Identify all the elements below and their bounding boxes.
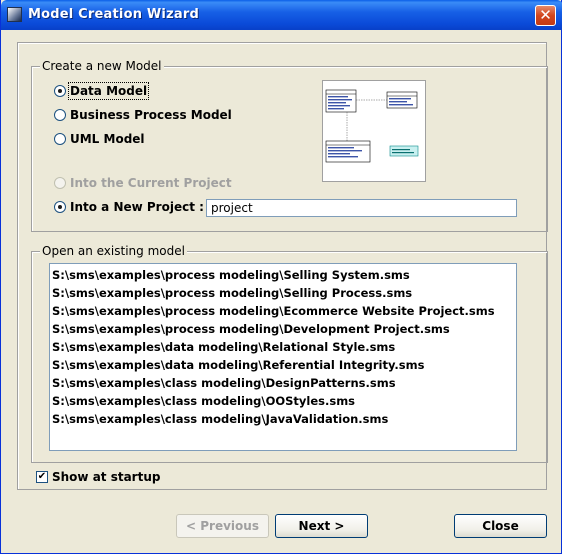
previous-button[interactable]: < Previous	[176, 514, 269, 538]
list-item[interactable]: S:\sms\examples\class modeling\JavaValid…	[52, 410, 388, 428]
open-model-legend: Open an existing model	[40, 244, 187, 258]
list-item[interactable]: S:\sms\examples\process modeling\Selling…	[52, 266, 410, 284]
create-model-legend: Create a new Model	[40, 59, 164, 73]
list-item[interactable]: S:\sms\examples\process modeling\Ecommer…	[52, 302, 495, 320]
radio-indicator[interactable]	[54, 133, 66, 145]
wizard-window: Model Creation Wizard ✕ Create a new Mod…	[0, 0, 562, 554]
radio-label: Into a New Project :	[70, 200, 204, 214]
diagram-thumbnail-icon	[325, 89, 419, 163]
title-bar[interactable]: Model Creation Wizard ✕	[1, 0, 562, 30]
window-close-button[interactable]: ✕	[535, 5, 556, 26]
radio-indicator[interactable]	[54, 201, 66, 213]
radio-indicator[interactable]	[54, 85, 66, 97]
radio-label: Business Process Model	[70, 108, 232, 122]
radio-label: UML Model	[70, 132, 145, 146]
list-item[interactable]: S:\sms\examples\process modeling\Selling…	[52, 284, 412, 302]
window-title: Model Creation Wizard	[28, 7, 199, 22]
next-button[interactable]: Next >	[275, 514, 368, 538]
radio-label: Data Model	[67, 82, 150, 100]
list-item[interactable]: S:\sms\examples\process modeling\Develop…	[52, 320, 450, 338]
radio-indicator[interactable]	[54, 177, 66, 189]
new-project-name-input[interactable]	[206, 199, 517, 217]
checkbox-check-icon[interactable]: ✔	[36, 471, 48, 483]
list-item[interactable]: S:\sms\examples\class modeling\DesignPat…	[52, 374, 396, 392]
close-button[interactable]: Close	[454, 514, 547, 538]
list-item[interactable]: S:\sms\examples\data modeling\Relational…	[52, 338, 395, 356]
list-item[interactable]: S:\sms\examples\class modeling\OOStyles.…	[52, 392, 355, 410]
radio-indicator[interactable]	[54, 109, 66, 121]
model-preview-image	[322, 80, 426, 182]
list-item[interactable]: S:\sms\examples\data modeling\Referentia…	[52, 356, 424, 374]
app-icon	[7, 7, 22, 22]
radio-label: Into the Current Project	[70, 176, 232, 190]
existing-models-list[interactable]: S:\sms\examples\process modeling\Selling…	[49, 263, 517, 451]
show-at-startup-label: Show at startup	[52, 470, 161, 484]
